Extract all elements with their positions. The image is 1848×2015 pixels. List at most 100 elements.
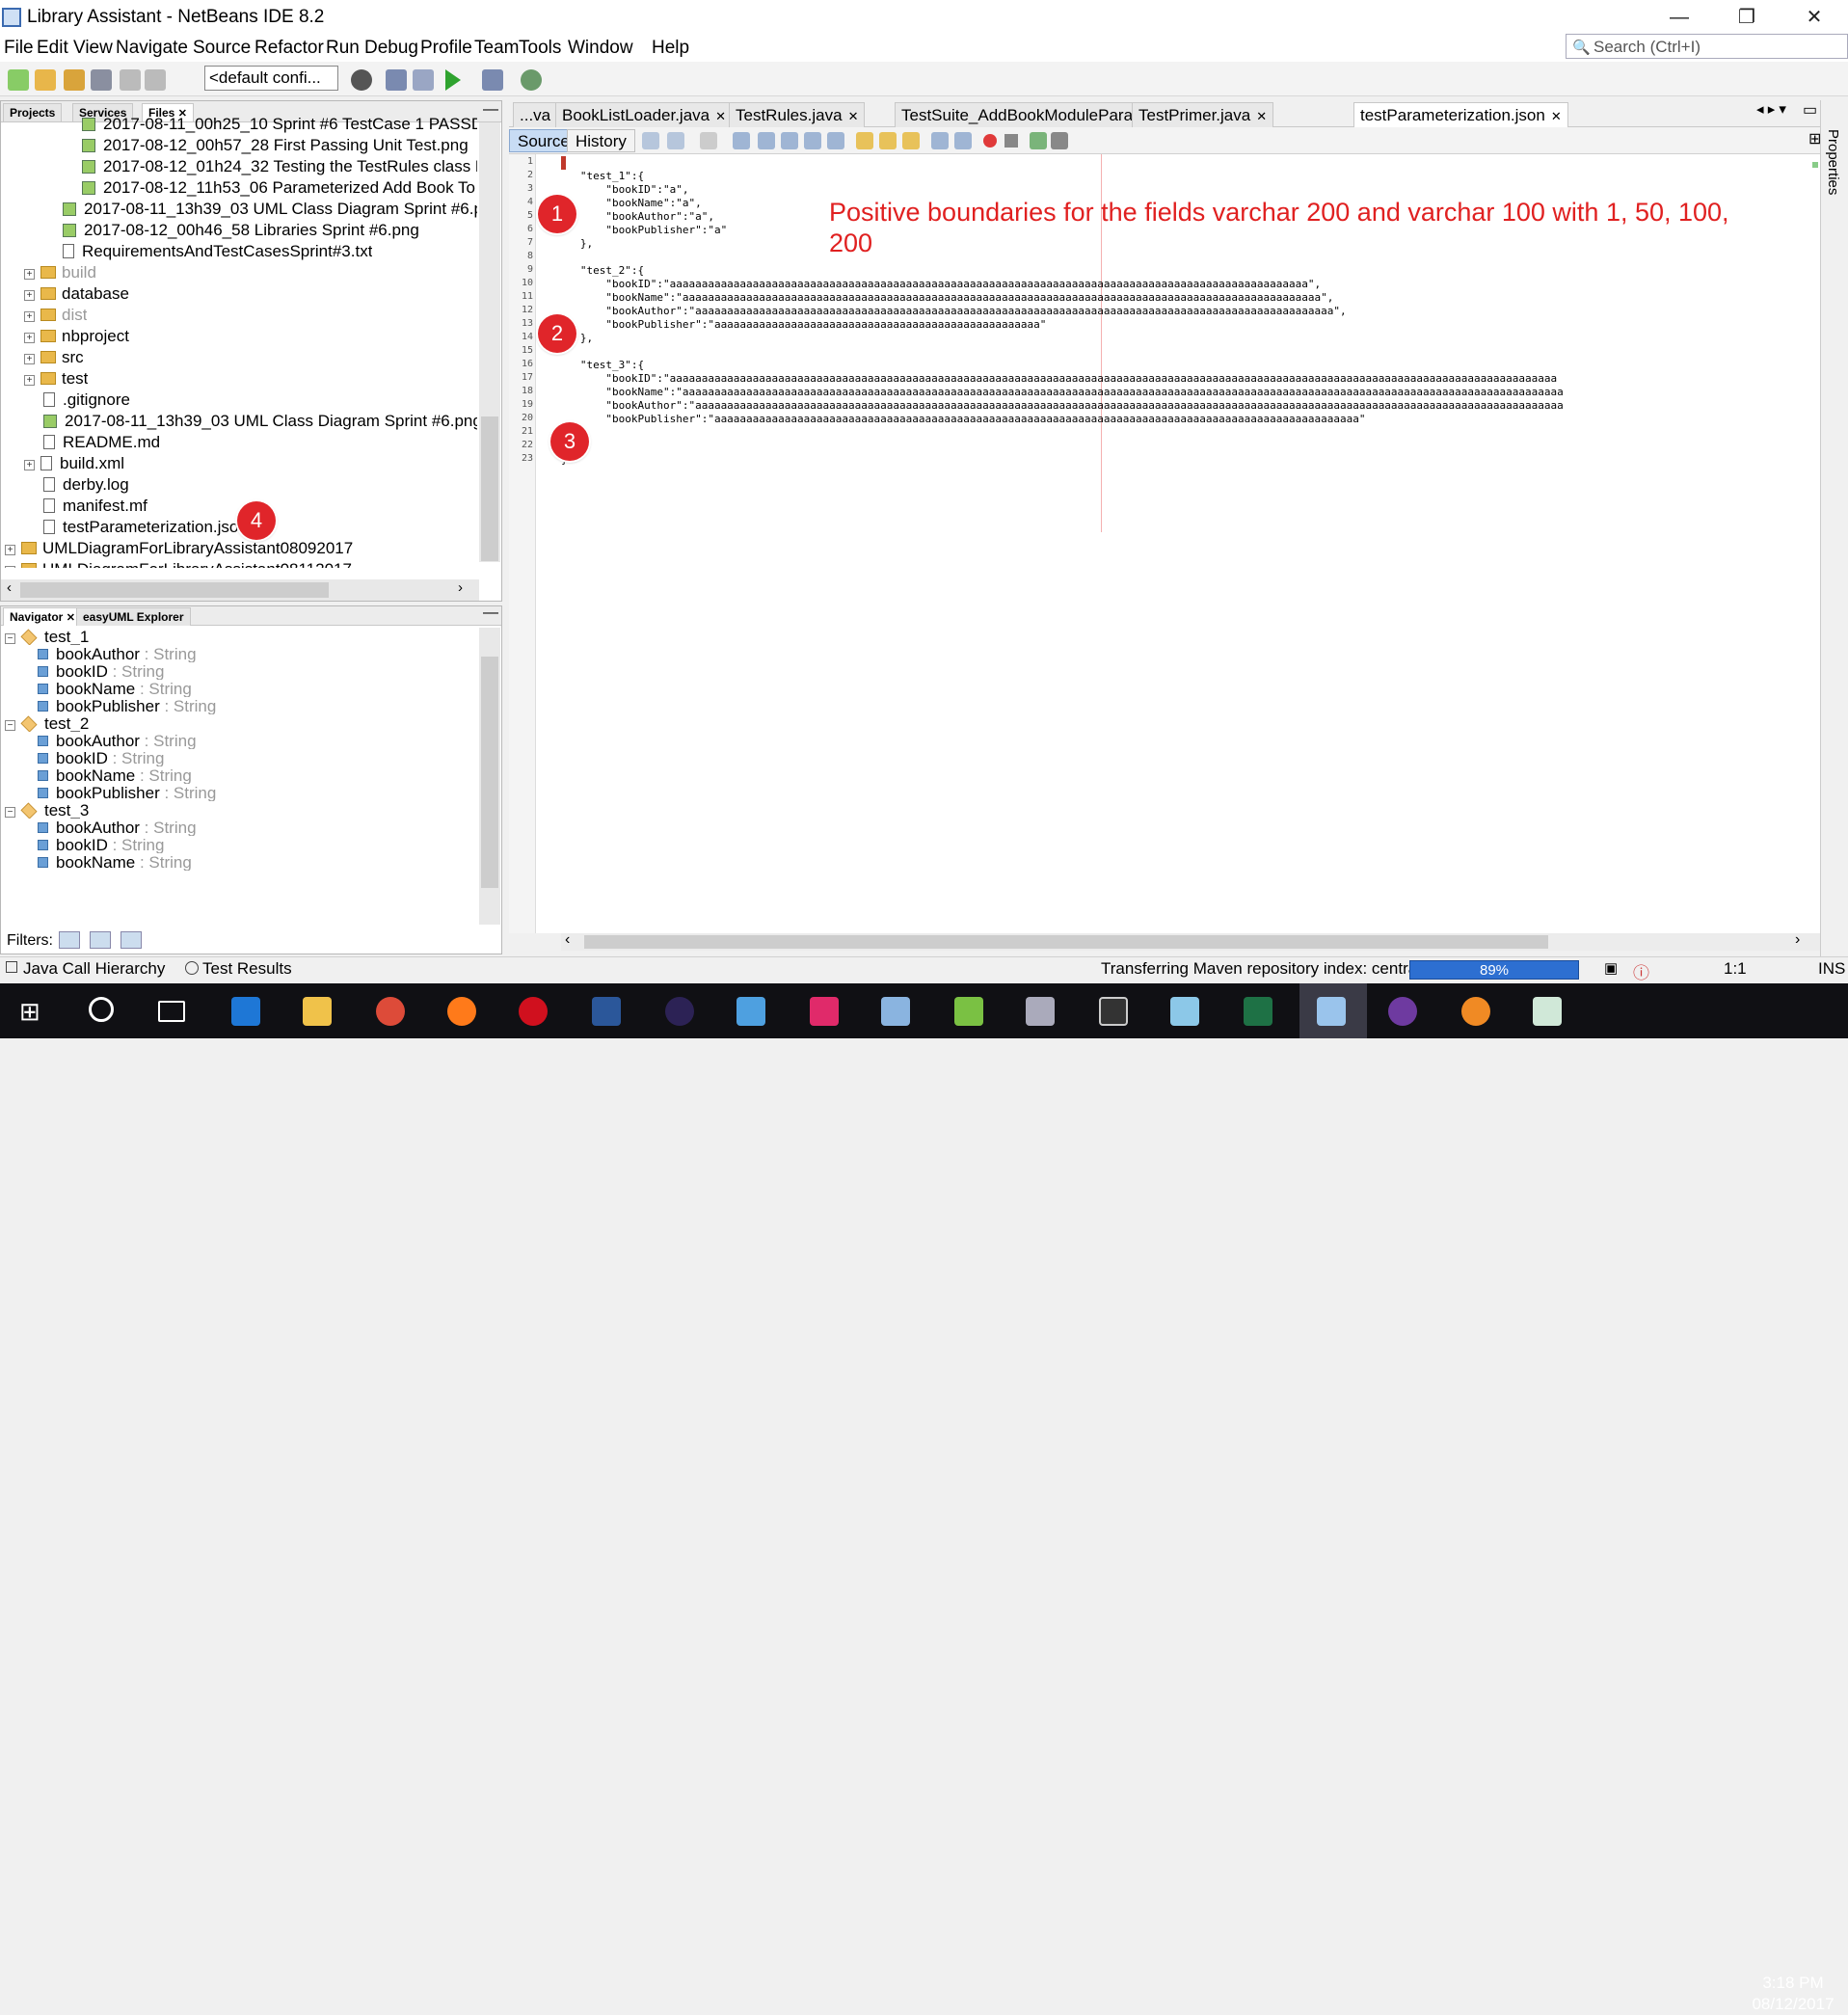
undo-icon[interactable] [120,69,141,91]
expand-icon[interactable]: + [24,333,35,343]
back-icon[interactable] [667,132,684,149]
task-view-icon[interactable] [158,1001,185,1022]
scroll-left-icon[interactable]: ‹ [565,931,570,949]
navigator-field-node[interactable]: bookName : String [24,680,192,697]
navigator-field-node[interactable]: bookName : String [24,766,192,784]
netbeans-icon[interactable] [1317,997,1346,1026]
navigator-field-node[interactable]: bookID : String [24,749,164,766]
code-editor[interactable]: 1 2 3 4 5 6 7 8 9 10 11 12 13 14 15 16 17 18 19 20 21 22 23 "t… [509,154,1820,933]
app-window-icon[interactable] [1533,997,1562,1026]
save-all-icon[interactable] [91,69,112,91]
expand-icon[interactable]: + [5,545,15,555]
start-windows-icon[interactable]: ⊞ [19,997,48,1026]
search-box[interactable]: 🔍 Search (Ctrl+I) [1566,34,1848,59]
word-icon[interactable] [592,997,621,1026]
expand-icon[interactable]: + [24,375,35,386]
close-icon[interactable]: ✕ [67,612,75,624]
menu-navigate[interactable]: Navigate [116,38,188,59]
filter-static-icon[interactable] [90,931,111,949]
tree-row[interactable]: testParameterization.json [43,518,248,539]
browser-icon[interactable] [351,69,372,91]
intellij-icon[interactable] [810,997,839,1026]
close-tab-icon[interactable]: ✕ [1551,109,1562,123]
tab-navigator[interactable]: Navigator ✕ [3,607,82,626]
android-studio-icon[interactable] [954,997,983,1026]
maximize-button[interactable]: ❐ [1727,4,1766,31]
network-tool-icon[interactable] [1026,997,1055,1026]
close-tab-icon[interactable]: ✕ [715,109,726,123]
toggle-rect-select-icon[interactable] [827,132,844,149]
tree-row[interactable]: .gitignore [43,390,130,412]
tree-row[interactable]: 2017-08-12_11h53_06 Parameterized Add Bo… [82,178,477,200]
build-icon[interactable] [386,69,407,91]
editor-tab[interactable]: TestRules.java ✕ [729,102,866,127]
tree-row[interactable]: + nbproject [24,327,129,348]
check-json-icon[interactable] [1030,132,1047,149]
navigator-scroll-thumb[interactable] [481,657,498,888]
notes-app-icon[interactable] [1170,997,1199,1026]
opera-icon[interactable] [519,997,548,1026]
tree-row[interactable]: + dist [24,306,87,327]
cancel-task-icon[interactable]: ▣ [1604,959,1618,977]
toggle-bookmark-icon[interactable] [902,132,920,149]
find-prev-icon[interactable] [758,132,775,149]
new-project-icon[interactable] [35,69,56,91]
navigator-scrollbar[interactable] [479,628,500,925]
tree-row[interactable]: + src [24,348,84,369]
menu-profile[interactable]: Profile [420,38,472,59]
navigator-field-node[interactable]: bookPublisher : String [24,784,216,801]
java-call-hierarchy-tab[interactable]: Java Call Hierarchy [23,959,165,979]
navigator-field-node[interactable]: bookPublisher : String [24,697,216,714]
find-next-icon[interactable] [781,132,798,149]
horizontal-scrollbar[interactable]: ‹ › [1,579,479,601]
navigator-field-node[interactable]: bookAuthor : String [24,732,197,749]
menu-debug[interactable]: Debug [364,38,418,59]
tree-row[interactable]: 2017-08-12_00h57_28 First Passing Unit T… [82,136,469,157]
navigator-class-node[interactable]: − test_3 [5,801,89,819]
run-icon[interactable] [445,69,461,91]
menu-help[interactable]: Help [652,38,689,59]
cortana-icon[interactable] [89,997,114,1022]
properties-tab[interactable]: Properties [1825,129,1841,195]
navigator-class-node[interactable]: − test_1 [5,628,89,645]
tree-row[interactable]: 2017-08-11_13h39_03 UML Class Diagram Sp… [63,200,477,221]
stop-macro-icon[interactable] [1004,134,1018,148]
open-project-icon[interactable] [64,69,85,91]
menu-view[interactable]: View [73,38,113,59]
toggle-highlight-icon[interactable] [804,132,821,149]
format-icon[interactable] [1051,132,1068,149]
edge-icon[interactable] [231,997,260,1026]
search-input[interactable]: Search (Ctrl+I) [1594,38,1701,57]
tabs-nav-icons[interactable]: ◂ ▸ ▾ [1756,100,1786,118]
collapse-icon[interactable]: − [5,633,15,644]
shift-left-icon[interactable] [931,132,949,149]
scroll-thumb[interactable] [481,416,498,561]
editor-tab[interactable]: TestPrimer.java ✕ [1132,102,1274,127]
filter-fields-icon[interactable] [59,931,80,949]
profile-icon[interactable] [521,69,542,91]
record-macro-icon[interactable] [983,134,997,148]
eclipse-icon[interactable] [665,997,694,1026]
tree-row[interactable]: + database [24,284,129,306]
menu-refactor[interactable]: Refactor [254,38,324,59]
restore-editor-icon[interactable]: ▭ [1803,100,1817,120]
file-explorer-icon[interactable] [303,997,332,1026]
close-tab-icon[interactable]: ✕ [848,109,859,123]
minimize-panel-icon[interactable]: — [483,604,498,622]
filter-nonpublic-icon[interactable] [121,931,142,949]
menu-team[interactable]: Team [474,38,519,59]
config-select[interactable]: <default confi... [204,66,338,91]
prev-bookmark-icon[interactable] [856,132,873,149]
firefox-icon[interactable] [447,997,476,1026]
navigator-field-node[interactable]: bookID : String [24,662,164,680]
close-tab-icon[interactable]: ✕ [1256,109,1267,123]
navigator-field-node[interactable]: bookName : String [24,853,192,871]
collapse-icon[interactable]: − [5,720,15,731]
next-bookmark-icon[interactable] [879,132,897,149]
menu-tools[interactable]: Tools [519,38,561,59]
expand-icon[interactable]: + [24,269,35,280]
command-prompt-icon[interactable] [1099,997,1128,1026]
scroll-right-icon[interactable]: › [458,579,463,596]
redo-icon[interactable] [145,69,166,91]
scroll-left-icon[interactable]: ‹ [7,579,12,596]
